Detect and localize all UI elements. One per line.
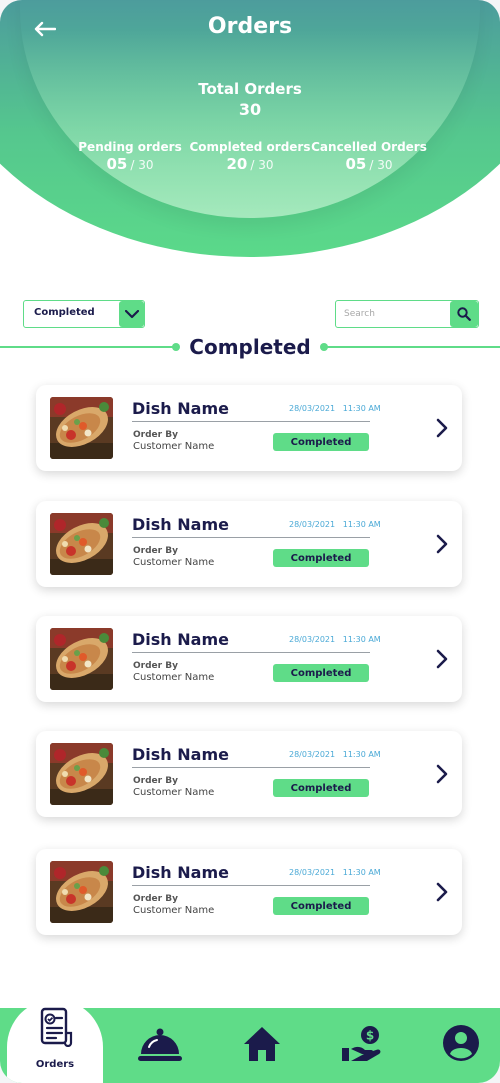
dish-image [50,397,113,459]
order-card[interactable]: Dish Name 28/03/2021 11:30 AM Order By Cust… [36,616,462,702]
customer-name: Customer Name [133,787,215,798]
status-badge: Completed [273,433,369,451]
card-open-button[interactable] [434,649,450,669]
stat-value: 20 [226,155,248,173]
chevron-right-icon [436,418,448,438]
card-open-button[interactable] [434,882,450,902]
chevron-right-icon [436,534,448,554]
card-open-button[interactable] [434,418,450,438]
nav-item-profile[interactable] [442,1024,480,1062]
status-dropdown[interactable]: Completed [23,300,145,328]
order-card[interactable]: Dish Name 28/03/2021 11:30 AM Order By Cust… [36,385,462,471]
customer-name: Customer Name [133,557,215,568]
chevron-right-icon [436,882,448,902]
dish-thumbnail [50,861,113,923]
status-badge: Completed [273,779,369,797]
order-by-label: Order By [133,776,178,786]
status-badge: Completed [273,549,369,567]
stat-value: 05 [106,155,128,173]
chevron-right-icon [436,649,448,669]
dish-name: Dish Name [132,745,229,764]
card-divider [132,767,370,768]
order-date: 28/03/2021 11:30 AM [289,750,381,759]
customer-name: Customer Name [133,672,215,683]
customer-name: Customer Name [133,441,215,452]
dish-image [50,513,113,575]
stat-cancelled: Cancelled Orders 05/ 30 [299,140,439,173]
dish-thumbnail [50,397,113,459]
dish-image [50,628,113,690]
card-open-button[interactable] [434,534,450,554]
nav-item-payments[interactable]: $ [340,1024,384,1064]
order-by-label: Order By [133,661,178,671]
status-dropdown-value: Completed [34,307,95,318]
order-date: 28/03/2021 11:30 AM [289,520,381,529]
orders-icon [40,1007,73,1047]
order-card[interactable]: Dish Name 28/03/2021 11:30 AM Order By Cust… [36,731,462,817]
search-icon [457,307,471,321]
card-divider [132,537,370,538]
card-divider [132,421,370,422]
page-title: Orders [207,14,293,39]
stat-denominator: / 30 [130,158,154,172]
section-title: Completed [189,335,311,359]
total-orders-label: Total Orders [198,80,302,98]
hand-money-icon: $ [342,1026,381,1061]
card-divider [132,652,370,653]
dish-name: Dish Name [132,399,229,418]
search-input[interactable] [342,304,446,324]
nav-item-menu[interactable] [136,1025,184,1065]
chevron-right-icon [436,764,448,784]
nav-label-orders[interactable]: Orders [7,1059,103,1070]
card-open-button[interactable] [434,764,450,784]
dish-name: Dish Name [132,515,229,534]
dish-name: Dish Name [132,630,229,649]
order-date: 28/03/2021 11:30 AM [289,635,381,644]
customer-name: Customer Name [133,905,215,916]
status-badge: Completed [273,664,369,682]
cloche-icon [138,1028,182,1061]
search-box [335,300,479,328]
svg-text:$: $ [366,1029,374,1043]
profile-icon [443,1025,479,1061]
order-date: 28/03/2021 11:30 AM [289,868,381,877]
search-button[interactable] [450,301,478,327]
status-badge: Completed [273,897,369,915]
dish-image [50,861,113,923]
chevron-down-icon [124,309,139,318]
nav-item-home[interactable] [242,1024,282,1064]
dish-name: Dish Name [132,863,229,882]
home-icon [244,1027,280,1061]
dish-thumbnail [50,513,113,575]
order-by-label: Order By [133,894,178,904]
stat-denominator: / 30 [250,158,274,172]
stat-pending: Pending orders 05/ 30 [60,140,200,173]
order-card[interactable]: Dish Name 28/03/2021 11:30 AM Order By Cust… [36,501,462,587]
order-card[interactable]: Dish Name 28/03/2021 11:30 AM Order By Cust… [36,849,462,935]
orders-screen: Orders Total Orders 30 Pending orders 05… [0,0,500,1083]
stat-label: Cancelled Orders [311,140,427,154]
dish-image [50,743,113,805]
stat-value: 05 [345,155,367,173]
nav-item-orders[interactable] [37,1006,75,1048]
stat-denominator: / 30 [369,158,393,172]
card-divider [132,885,370,886]
dish-thumbnail [50,743,113,805]
dropdown-toggle[interactable] [119,301,144,327]
order-by-label: Order By [133,430,178,440]
total-orders-value: 30 [238,100,262,119]
order-date: 28/03/2021 11:30 AM [289,404,381,413]
order-by-label: Order By [133,546,178,556]
stat-label: Pending orders [78,140,182,154]
dish-thumbnail [50,628,113,690]
